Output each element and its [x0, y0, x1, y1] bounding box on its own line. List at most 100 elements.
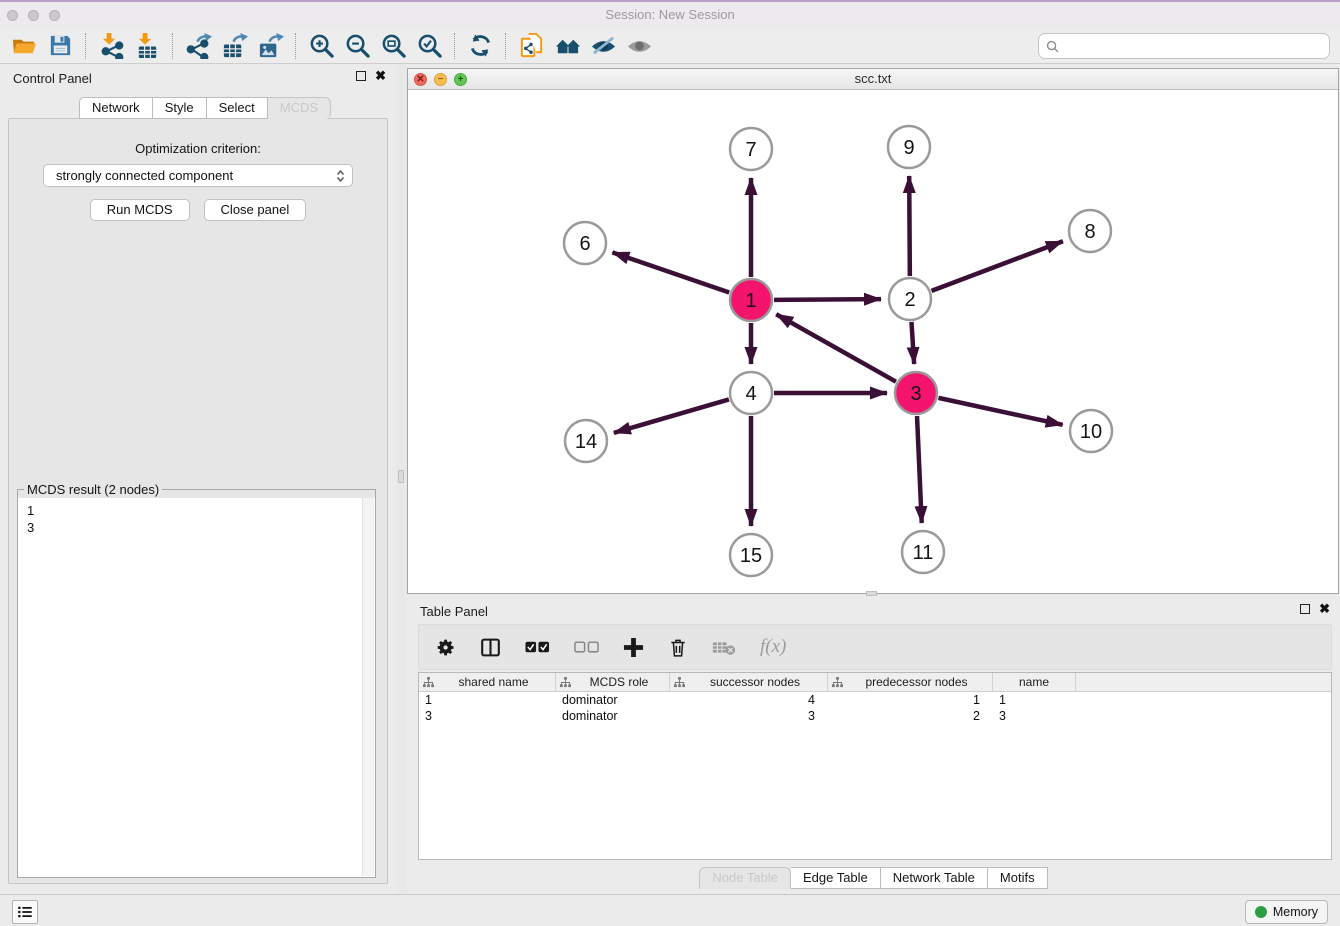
table-row[interactable]: 1 dominator 4 1 1 [419, 692, 1331, 708]
network-resize-grip[interactable] [866, 591, 877, 596]
deselect-all-columns-button[interactable] [574, 637, 599, 658]
table-row[interactable]: 3 dominator 3 2 3 [419, 708, 1331, 724]
memory-button[interactable]: Memory [1245, 900, 1328, 924]
cell-predecessor-nodes: 2 [828, 709, 993, 723]
close-panel-button[interactable]: Close panel [204, 199, 307, 221]
hide-selected-button[interactable] [585, 31, 621, 61]
table-tabs: Node Table Edge Table Network Table Moti… [407, 867, 1340, 889]
search-field[interactable] [1038, 33, 1330, 59]
tab-node-table[interactable]: Node Table [699, 867, 791, 889]
graph-edge-2-8[interactable] [932, 241, 1063, 291]
mcds-result-line: 3 [27, 519, 362, 536]
trash-icon [668, 637, 688, 658]
search-input[interactable] [1064, 38, 1322, 55]
refresh-button[interactable] [462, 31, 498, 61]
tab-network-table[interactable]: Network Table [881, 867, 988, 889]
cell-successor-nodes: 3 [670, 709, 828, 723]
column-header-name[interactable]: name [993, 673, 1076, 691]
home-button[interactable] [549, 31, 585, 61]
cell-shared-name: 1 [419, 693, 556, 707]
graph-node-label: 10 [1080, 421, 1102, 443]
zoom-selected-button[interactable] [411, 31, 447, 61]
export-table-button[interactable] [216, 31, 252, 61]
column-header-successor-nodes[interactable]: successor nodes [670, 673, 828, 691]
unchecked-boxes-icon [574, 637, 599, 658]
delete-table-button[interactable] [712, 637, 736, 658]
tab-edge-table[interactable]: Edge Table [791, 867, 881, 889]
hierarchy-icon [832, 677, 843, 688]
control-panel-title: Control Panel [13, 71, 92, 86]
save-session-button[interactable] [42, 31, 78, 61]
control-panel: Control Panel ✖ Network Style Select MCD… [0, 64, 396, 894]
add-column-button[interactable] [623, 637, 644, 658]
network-window-titlebar[interactable]: ✕ − + scc.txt [408, 69, 1338, 90]
tab-style[interactable]: Style [153, 97, 207, 119]
copy-network-button[interactable] [513, 31, 549, 61]
graph-edge-1-6[interactable] [612, 252, 729, 292]
delete-table-icon [712, 637, 736, 658]
table-toolbar: f(x) [418, 624, 1332, 670]
eye-icon [626, 32, 653, 59]
mcds-result-box: 1 3 MCDS result (2 nodes) [17, 489, 376, 878]
close-panel-icon[interactable]: ✖ [375, 71, 386, 81]
run-mcds-button[interactable]: Run MCDS [90, 199, 190, 221]
panel-splitter[interactable] [396, 64, 407, 894]
optimization-criterion-label: Optimization criterion: [9, 141, 387, 156]
open-folder-icon [11, 32, 38, 59]
export-image-button[interactable] [252, 31, 288, 61]
import-table-button[interactable] [129, 31, 165, 61]
float-panel-icon[interactable] [356, 71, 366, 81]
split-columns-icon [480, 637, 501, 658]
network-graph-canvas[interactable]: 1234678910111415 [408, 91, 1338, 594]
tab-network[interactable]: Network [79, 97, 153, 119]
select-stepper-icon [336, 169, 345, 183]
graph-edge-2-3[interactable] [911, 322, 914, 364]
tab-mcds[interactable]: MCDS [268, 97, 331, 119]
hierarchy-icon [560, 677, 571, 688]
cell-predecessor-nodes: 1 [828, 693, 993, 707]
graph-node-label: 4 [745, 383, 756, 405]
application-window: Session: New Session [0, 0, 1340, 926]
mcds-result-list[interactable]: 1 3 [19, 498, 362, 876]
split-view-button[interactable] [480, 637, 501, 658]
cell-name: 3 [993, 709, 1076, 723]
splitter-grip[interactable] [398, 470, 404, 483]
zoom-in-icon [308, 32, 335, 59]
close-table-panel-icon[interactable]: ✖ [1319, 604, 1330, 614]
graph-node-label: 9 [903, 137, 914, 159]
export-network-button[interactable] [180, 31, 216, 61]
optimization-criterion-select[interactable]: strongly connected component [43, 164, 353, 187]
float-table-panel-icon[interactable] [1300, 604, 1310, 614]
toolbar-separator [295, 33, 296, 59]
open-session-button[interactable] [6, 31, 42, 61]
result-scrollbar[interactable] [362, 498, 374, 876]
graph-edge-3-11[interactable] [917, 416, 922, 523]
column-header-predecessor-nodes[interactable]: predecessor nodes [828, 673, 993, 691]
graph-edge-3-10[interactable] [938, 398, 1062, 425]
graph-edge-4-14[interactable] [614, 399, 729, 432]
mcds-panel-body: Optimization criterion: strongly connect… [8, 118, 388, 884]
table-settings-button[interactable] [436, 637, 456, 658]
window-title: Session: New Session [0, 2, 1340, 28]
zoom-in-button[interactable] [303, 31, 339, 61]
cell-mcds-role: dominator [556, 693, 670, 707]
graph-node-label: 2 [904, 289, 915, 311]
graph-edge-3-1[interactable] [776, 314, 896, 381]
mcds-result-line: 1 [27, 502, 362, 519]
delete-column-button[interactable] [668, 637, 688, 658]
task-history-button[interactable] [12, 900, 38, 924]
graph-edge-2-9[interactable] [909, 176, 910, 276]
home-icon [554, 32, 581, 59]
function-builder-button[interactable]: f(x) [760, 636, 786, 658]
zoom-out-button[interactable] [339, 31, 375, 61]
column-header-mcds-role[interactable]: MCDS role [556, 673, 670, 691]
tab-motifs[interactable]: Motifs [988, 867, 1048, 889]
zoom-fit-button[interactable] [375, 31, 411, 61]
select-all-columns-button[interactable] [525, 637, 550, 658]
show-all-button[interactable] [621, 31, 657, 61]
graph-edge-1-2[interactable] [774, 299, 881, 300]
table-panel: Table Panel ✖ [407, 597, 1340, 892]
import-network-button[interactable] [93, 31, 129, 61]
tab-select[interactable]: Select [207, 97, 268, 119]
column-header-shared-name[interactable]: shared name [419, 673, 556, 691]
